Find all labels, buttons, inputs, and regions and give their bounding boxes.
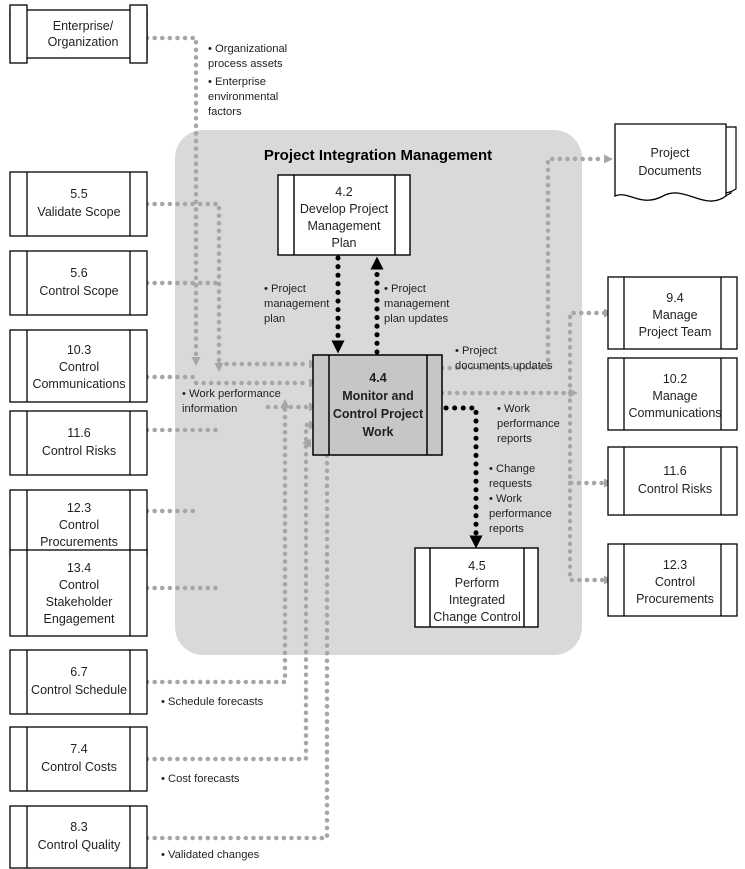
manage-project-team-line-1: Manage <box>652 308 697 322</box>
process-box-control-quality[interactable]: 8.3 Control Quality <box>9 805 148 869</box>
control-stakeholder-label-3: Engagement <box>44 612 115 626</box>
ann-pmp-2: plan <box>264 313 285 325</box>
develop-plan-line-3: Plan <box>331 236 356 250</box>
ann-wpr-1: performance <box>497 418 560 430</box>
document-store-project-documents[interactable]: Project Documents <box>614 123 737 202</box>
ann-cr-2: • Work <box>489 493 522 505</box>
process-box-control-scope[interactable]: 5.6 Control Scope <box>9 250 148 316</box>
ann-pmpu-0: • Project <box>384 283 427 295</box>
change-control-number: 4.5 <box>468 559 485 573</box>
control-procurements-out-line-2: Procurements <box>636 592 714 606</box>
process-box-control-risks[interactable]: 11.6 Control Risks <box>9 410 148 476</box>
ann-cr-0: • Change <box>489 463 535 475</box>
control-costs-number: 7.4 <box>70 742 87 756</box>
manage-communications-line-1: Manage <box>652 389 697 403</box>
process-box-control-communications[interactable]: 10.3 Control Communications <box>9 329 148 403</box>
control-stakeholder-label-1: Control <box>59 578 99 592</box>
ann-pdu-0: • Project <box>455 345 498 357</box>
control-schedule-number: 6.7 <box>70 665 87 679</box>
control-costs-label: Control Costs <box>41 760 117 774</box>
ann-wpr-0: • Work <box>497 403 530 415</box>
control-stakeholder-label-2: Stakeholder <box>46 595 113 609</box>
change-control-line-2: Integrated <box>449 593 505 607</box>
control-procurements-out-number: 12.3 <box>663 558 687 572</box>
manage-communications-number: 10.2 <box>663 372 687 386</box>
ann-pmp-0: • Project <box>264 283 307 295</box>
control-risks-number: 11.6 <box>67 426 90 440</box>
monitor-control-line-1: Monitor and <box>342 389 414 403</box>
control-procurements-number: 12.3 <box>67 501 91 515</box>
control-quality-number: 8.3 <box>70 820 87 834</box>
process-box-control-costs[interactable]: 7.4 Control Costs <box>9 726 148 792</box>
annotation-enterprise-flow: • Organizational process assets • Enterp… <box>208 43 287 118</box>
control-risks-out-number: 11.6 <box>663 464 686 478</box>
enterprise-line-1: Enterprise/ <box>53 19 114 33</box>
control-communications-label-1: Control <box>59 360 99 374</box>
ann-cr-1: requests <box>489 478 532 490</box>
process-box-monitor-and-control-project-work[interactable]: 4.4 Monitor and Control Project Work <box>312 354 443 456</box>
change-control-line-3: Change Control <box>433 610 521 624</box>
ann-wpr-2: reports <box>497 433 532 445</box>
validate-scope-label: Validate Scope <box>37 205 120 219</box>
process-box-manage-project-team[interactable]: 9.4 Manage Project Team <box>607 276 738 350</box>
annotation-validated-changes: • Validated changes <box>161 849 260 861</box>
enterprise-line-2: Organization <box>48 35 119 49</box>
control-risks-label: Control Risks <box>42 444 116 458</box>
control-procurements-label-2: Procurements <box>40 535 118 549</box>
diagram-canvas: Project Integration Management Enterpris… <box>0 0 745 869</box>
validate-scope-number: 5.5 <box>70 187 87 201</box>
monitor-control-number: 4.4 <box>369 371 386 385</box>
ann-ent-4: factors <box>208 106 242 118</box>
control-communications-number: 10.3 <box>67 343 91 357</box>
process-box-control-procurements-output[interactable]: 12.3 Control Procurements <box>607 543 738 617</box>
ann-pmp-1: management <box>264 298 330 310</box>
ann-ent-3: environmental <box>208 91 278 103</box>
ann-cr-3: performance <box>489 508 552 520</box>
process-box-develop-project-management-plan[interactable]: 4.2 Develop Project Management Plan <box>277 174 411 256</box>
ann-pmpu-1: management <box>384 298 450 310</box>
process-box-control-schedule[interactable]: 6.7 Control Schedule <box>9 649 148 715</box>
process-box-validate-scope[interactable]: 5.5 Validate Scope <box>9 171 148 237</box>
develop-plan-line-2: Management <box>308 219 381 233</box>
control-communications-label-2: Communications <box>32 377 125 391</box>
data-flow-diagram: Project Integration Management Enterpris… <box>9 4 738 869</box>
develop-plan-number: 4.2 <box>335 185 352 199</box>
control-procurements-out-line-1: Control <box>655 575 695 589</box>
monitor-control-line-2: Control Project <box>333 407 424 421</box>
manage-communications-line-2: Communications <box>628 406 721 420</box>
panel-title: Project Integration Management <box>264 147 492 164</box>
monitor-control-line-3: Work <box>362 425 393 439</box>
control-quality-label: Control Quality <box>38 838 121 852</box>
control-scope-number: 5.6 <box>70 266 87 280</box>
external-enterprise-organization[interactable]: Enterprise/ Organization <box>9 4 148 64</box>
process-box-control-procurements[interactable]: 12.3 Control Procurements <box>9 489 148 557</box>
ann-wpi-1: information <box>182 403 237 415</box>
ann-pdu-1: documents updates <box>455 360 553 372</box>
ann-ent-2: • Enterprise <box>208 76 266 88</box>
process-box-control-risks-output[interactable]: 11.6 Control Risks <box>607 446 738 516</box>
control-stakeholder-number: 13.4 <box>67 561 91 575</box>
ann-pmpu-2: plan updates <box>384 313 448 325</box>
develop-plan-line-1: Develop Project <box>300 202 389 216</box>
manage-project-team-line-2: Project Team <box>639 325 712 339</box>
annotation-schedule-forecasts: • Schedule forecasts <box>161 696 264 708</box>
control-scope-label: Control Scope <box>39 284 118 298</box>
control-risks-out-label: Control Risks <box>638 482 712 496</box>
annotation-cost-forecasts: • Cost forecasts <box>161 773 240 785</box>
change-control-line-1: Perform <box>455 576 499 590</box>
ann-ent-0: • Organizational <box>208 43 287 55</box>
control-schedule-label: Control Schedule <box>31 683 127 697</box>
ann-wpi-0: • Work performance <box>182 388 281 400</box>
ann-ent-1: process assets <box>208 58 283 70</box>
project-documents-line-1: Project <box>651 146 690 160</box>
process-box-perform-integrated-change-control[interactable]: 4.5 Perform Integrated Change Control <box>414 547 539 628</box>
project-documents-line-2: Documents <box>638 164 701 178</box>
manage-project-team-number: 9.4 <box>666 291 683 305</box>
control-procurements-label-1: Control <box>59 518 99 532</box>
ann-cr-4: reports <box>489 523 524 535</box>
process-box-manage-communications[interactable]: 10.2 Manage Communications <box>607 357 738 431</box>
process-box-control-stakeholder-engagement[interactable]: 13.4 Control Stakeholder Engagement <box>9 549 148 637</box>
